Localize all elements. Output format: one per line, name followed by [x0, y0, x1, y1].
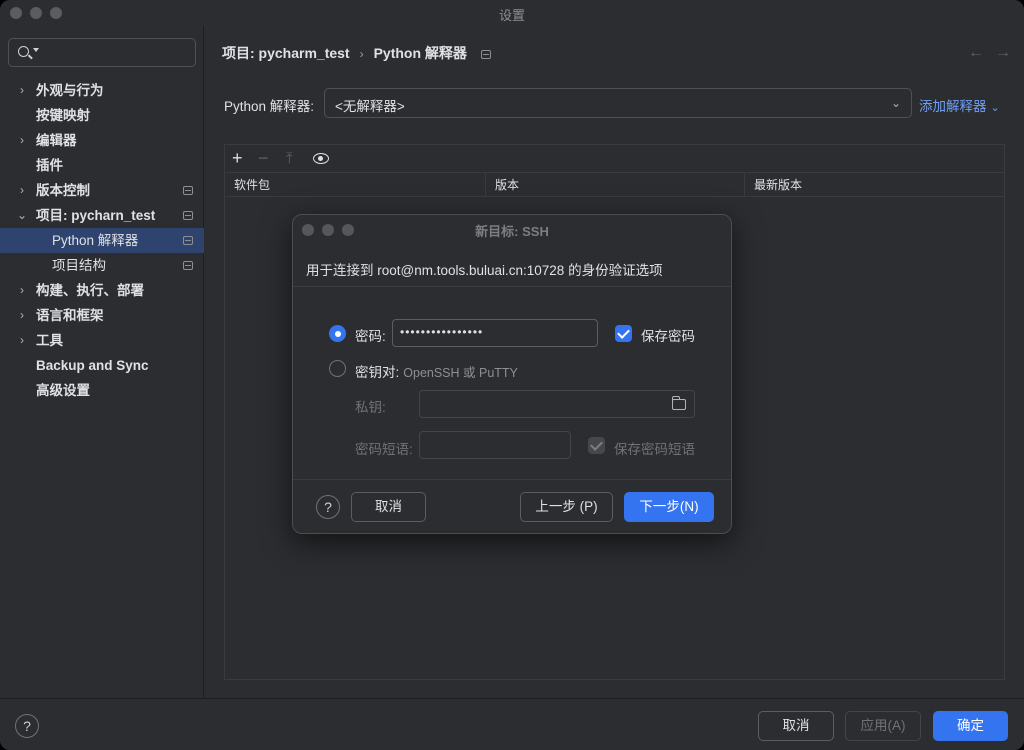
- help-icon[interactable]: ?: [316, 495, 340, 519]
- chevron-down-icon[interactable]: ⌄: [16, 203, 28, 228]
- password-label: 密码:: [355, 329, 386, 344]
- forward-arrow-icon[interactable]: →: [995, 44, 1011, 62]
- sidebar-item-label: 项目结构: [52, 258, 106, 273]
- ssh-target-dialog: 新目标: SSH 用于连接到 root@nm.tools.buluai.cn:1…: [292, 214, 732, 534]
- title-bar: 设置: [0, 0, 1024, 26]
- eye-icon[interactable]: [313, 153, 329, 164]
- settings-nav: › 外观与行为 按键映射 › 编辑器 插件 › 版本控制 ⌄ 项目: pycha…: [0, 78, 204, 403]
- chevron-right-icon[interactable]: ›: [16, 278, 28, 303]
- search-options-chevron-icon[interactable]: [33, 48, 39, 52]
- keypair-label-text: 密钥对:: [355, 365, 400, 380]
- sidebar-item-languages[interactable]: › 语言和框架: [0, 303, 204, 328]
- interpreter-label: Python 解释器:: [224, 99, 315, 114]
- chevron-right-icon[interactable]: ›: [16, 178, 28, 203]
- sidebar-item-tools[interactable]: › 工具: [0, 328, 204, 353]
- upgrade-package-icon[interactable]: ⤒: [286, 150, 293, 167]
- sidebar-item-label: 工具: [36, 333, 63, 348]
- sidebar-item-label: 编辑器: [36, 133, 77, 148]
- interpreter-value: <无解释器>: [335, 99, 405, 114]
- sidebar-item-label: 按键映射: [36, 108, 90, 123]
- project-scope-icon: [183, 236, 193, 245]
- previous-step-button[interactable]: 上一步 (P): [520, 492, 613, 522]
- dialog-title: 新目标: SSH: [475, 224, 549, 239]
- settings-window: 设置 › 外观与行为 按键映射 › 编辑器 插件 › 版本控制 ⌄ 项目: py…: [0, 0, 1024, 750]
- password-input[interactable]: ••••••••••••••••: [392, 319, 598, 347]
- keypair-label: 密钥对: OpenSSH 或 PuTTY: [355, 361, 518, 381]
- project-scope-icon: [480, 50, 491, 59]
- sidebar-item-appearance[interactable]: › 外观与行为: [0, 78, 204, 103]
- column-latest-version[interactable]: 最新版本: [744, 173, 1004, 197]
- sidebar-item-plugins[interactable]: 插件: [0, 153, 204, 178]
- chevron-right-icon[interactable]: ›: [16, 303, 28, 328]
- help-icon[interactable]: ?: [15, 714, 39, 738]
- sidebar-item-label: 构建、执行、部署: [36, 283, 144, 298]
- password-value: ••••••••••••••••: [400, 325, 484, 339]
- sidebar-item-project-structure[interactable]: 项目结构: [0, 253, 204, 278]
- sidebar-item-project[interactable]: ⌄ 项目: pycharn_test: [0, 203, 204, 228]
- divider: [293, 286, 731, 287]
- private-key-input[interactable]: [419, 390, 695, 418]
- add-package-icon[interactable]: +: [232, 148, 243, 169]
- sidebar-item-advanced[interactable]: 高级设置: [0, 378, 204, 403]
- interpreter-select[interactable]: <无解释器> ⌄: [324, 88, 912, 118]
- settings-sidebar: › 外观与行为 按键映射 › 编辑器 插件 › 版本控制 ⌄ 项目: pycha…: [0, 26, 204, 698]
- sidebar-item-editor[interactable]: › 编辑器: [0, 128, 204, 153]
- window-title: 设置: [498, 8, 525, 23]
- passphrase-input[interactable]: [419, 431, 571, 459]
- packages-table-header: 软件包 版本 最新版本: [225, 173, 1004, 197]
- next-step-button[interactable]: 下一步(N): [624, 492, 714, 522]
- sidebar-item-label: 项目: pycharn_test: [36, 208, 156, 223]
- divider: [293, 479, 731, 480]
- remove-package-icon[interactable]: −: [258, 148, 269, 169]
- project-scope-icon: [183, 186, 193, 195]
- keypair-hint: OpenSSH 或 PuTTY: [403, 366, 518, 380]
- chevron-right-icon[interactable]: ›: [16, 128, 28, 153]
- sidebar-item-keymap[interactable]: 按键映射: [0, 103, 204, 128]
- dialog-footer: ? 取消 应用(A) 确定: [0, 698, 1024, 750]
- breadcrumb-project[interactable]: 项目: pycharm_test: [222, 45, 350, 61]
- add-interpreter-link[interactable]: 添加解释器 ⌄: [919, 95, 1000, 115]
- search-icon: [18, 46, 29, 57]
- add-interpreter-label: 添加解释器: [919, 99, 987, 114]
- breadcrumb: 项目: pycharm_test › Python 解释器: [222, 43, 491, 63]
- ok-button[interactable]: 确定: [933, 711, 1008, 741]
- sidebar-item-label: 插件: [36, 158, 63, 173]
- sidebar-item-label: 语言和框架: [36, 308, 104, 323]
- sidebar-item-backup-sync[interactable]: Backup and Sync: [0, 353, 204, 378]
- column-version[interactable]: 版本: [485, 173, 744, 197]
- save-password-label: 保存密码: [641, 329, 695, 344]
- project-scope-icon: [183, 261, 193, 270]
- passphrase-label: 密码短语:: [355, 442, 413, 457]
- private-key-label: 私钥:: [355, 400, 386, 415]
- breadcrumb-page: Python 解释器: [373, 45, 467, 61]
- sidebar-item-label: 高级设置: [36, 383, 90, 398]
- folder-icon[interactable]: [672, 396, 686, 410]
- chevron-down-icon: ⌄: [890, 96, 901, 110]
- sidebar-item-build-execution[interactable]: › 构建、执行、部署: [0, 278, 204, 303]
- password-radio[interactable]: [329, 325, 346, 342]
- chevron-down-icon: ⌄: [990, 102, 1000, 114]
- sidebar-item-python-interpreter[interactable]: Python 解释器: [0, 228, 204, 253]
- column-package[interactable]: 软件包: [225, 173, 485, 197]
- sidebar-item-label: Backup and Sync: [36, 358, 149, 373]
- keypair-radio[interactable]: [329, 360, 346, 377]
- cancel-button[interactable]: 取消: [758, 711, 834, 741]
- back-arrow-icon[interactable]: ←: [968, 44, 984, 62]
- sidebar-item-label: 外观与行为: [36, 83, 104, 98]
- save-passphrase-label: 保存密码短语: [614, 442, 695, 457]
- chevron-right-icon[interactable]: ›: [16, 78, 28, 103]
- sidebar-item-label: Python 解释器: [52, 233, 139, 248]
- packages-toolbar: + − ⤒: [225, 145, 1004, 173]
- apply-button[interactable]: 应用(A): [845, 711, 921, 741]
- sidebar-item-version-control[interactable]: › 版本控制: [0, 178, 204, 203]
- sidebar-item-label: 版本控制: [36, 183, 90, 198]
- save-password-checkbox[interactable]: [615, 325, 632, 342]
- save-passphrase-checkbox[interactable]: [588, 437, 605, 454]
- project-scope-icon: [183, 211, 193, 220]
- dialog-cancel-button[interactable]: 取消: [351, 492, 426, 522]
- settings-search-input[interactable]: [8, 38, 196, 67]
- chevron-right-icon[interactable]: ›: [16, 328, 28, 353]
- dialog-subtitle: 用于连接到 root@nm.tools.buluai.cn:10728 的身份验…: [306, 263, 663, 278]
- breadcrumb-separator-icon: ›: [359, 47, 364, 61]
